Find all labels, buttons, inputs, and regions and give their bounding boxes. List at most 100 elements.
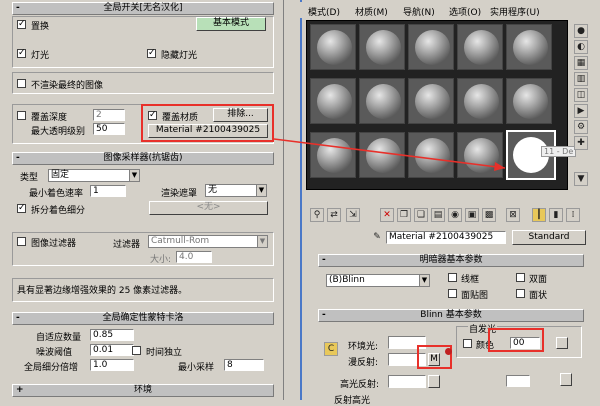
- rollout-title: 环境: [133, 385, 152, 395]
- rollout-global-dmc[interactable]: - 全局确定性蒙特卡洛: [12, 312, 274, 325]
- sample-slot[interactable]: [310, 78, 356, 124]
- collapse-icon: -: [16, 313, 20, 323]
- material-sphere: [464, 30, 499, 65]
- rollout-image-sampler[interactable]: - 图像采样器(抗锯齿): [12, 152, 274, 165]
- rollout-blinn-basic[interactable]: - Blinn 基本参数: [318, 309, 584, 322]
- sample-slot[interactable]: [506, 78, 552, 124]
- options-icon[interactable]: ⚙: [574, 120, 588, 134]
- type-dropdown[interactable]: 固定 ▼: [48, 169, 140, 182]
- sample-slot[interactable]: [359, 78, 405, 124]
- menu-material[interactable]: 材质(M): [355, 5, 388, 18]
- make-unique-icon[interactable]: ❏: [414, 208, 428, 222]
- min-samples-input[interactable]: 8: [224, 359, 264, 371]
- go-to-parent-icon[interactable]: ⊠: [506, 208, 520, 222]
- sample-slot[interactable]: [310, 24, 356, 70]
- material-sphere: [415, 84, 450, 119]
- shader-dropdown[interactable]: (B)Blinn ▼: [326, 274, 430, 287]
- material-name-input[interactable]: Material #2100439025: [386, 231, 506, 244]
- time-independent-checkbox[interactable]: [132, 346, 141, 355]
- sample-slot[interactable]: [310, 132, 356, 178]
- show-end-result-icon[interactable]: ▩: [482, 208, 496, 222]
- put-to-library-icon[interactable]: ▤: [431, 208, 445, 222]
- go-forward-icon[interactable]: ┃: [532, 208, 546, 222]
- max-transp-level-input[interactable]: 50: [93, 123, 125, 135]
- sample-slot[interactable]: [359, 24, 405, 70]
- lock-ambient-diffuse-icon[interactable]: C: [324, 342, 338, 356]
- rollout-shader-basic[interactable]: - 明暗器基本参数: [318, 254, 584, 267]
- background-icon[interactable]: ▦: [574, 56, 588, 70]
- video-check-icon[interactable]: ◫: [574, 88, 588, 102]
- sample-slot[interactable]: [408, 132, 454, 178]
- displace-checkbox[interactable]: ✓: [17, 20, 26, 29]
- scroll-down-icon[interactable]: ▼: [574, 172, 588, 186]
- filter-dropdown[interactable]: Catmull-Rom ▼: [148, 235, 268, 248]
- opacity-input[interactable]: [506, 375, 530, 387]
- two-sided-label: 双面: [529, 275, 548, 285]
- specular-map-button[interactable]: [428, 375, 440, 388]
- override-depth-input[interactable]: 2: [93, 109, 125, 121]
- two-sided-checkbox[interactable]: [516, 273, 525, 282]
- sample-slot[interactable]: [506, 24, 552, 70]
- sample-slot[interactable]: [457, 24, 503, 70]
- make-preview-icon[interactable]: ▶: [574, 104, 588, 118]
- menu-utilities[interactable]: 实用程序(U): [490, 5, 540, 18]
- extra-icon[interactable]: ⁞: [566, 208, 580, 222]
- noise-threshold-input[interactable]: 0.01: [90, 344, 134, 356]
- filter-label: 过滤器: [113, 240, 141, 250]
- none-button[interactable]: <无>: [149, 201, 268, 215]
- reset-material-icon[interactable]: ✕: [380, 208, 394, 222]
- noise-threshold-label: 噪波阈值: [36, 348, 73, 358]
- basic-mode-button[interactable]: 基本模式: [196, 17, 266, 31]
- uv-tiling-icon[interactable]: ▥: [574, 72, 588, 86]
- sample-slot[interactable]: [408, 24, 454, 70]
- material-sphere: [513, 84, 548, 119]
- faceted-checkbox[interactable]: [516, 289, 525, 298]
- sample-slot[interactable]: [457, 78, 503, 124]
- backlight-icon[interactable]: ◐: [574, 40, 588, 54]
- material-type-button[interactable]: Standard: [512, 230, 586, 245]
- put-material-icon[interactable]: ⇄: [327, 208, 341, 222]
- override-depth-checkbox[interactable]: [17, 111, 26, 120]
- render-mask-label: 渲染遮罩: [161, 189, 198, 199]
- dont-render-final-checkbox[interactable]: [17, 79, 26, 88]
- lights-checkbox[interactable]: ✓: [17, 49, 26, 58]
- assign-material-icon[interactable]: ⇲: [346, 208, 360, 222]
- show-map-icon[interactable]: ▣: [465, 208, 479, 222]
- hidden-lights-checkbox[interactable]: ✓: [147, 49, 156, 58]
- split-shading-checkbox[interactable]: ✓: [17, 204, 26, 213]
- global-subdiv-mult-input[interactable]: 1.0: [90, 359, 134, 371]
- opacity-map-button[interactable]: [560, 373, 572, 386]
- rollout-global-switches[interactable]: - 全局开关[无名汉化]: [12, 2, 274, 15]
- wire-checkbox[interactable]: [448, 273, 457, 282]
- sample-type-icon[interactable]: ●: [574, 24, 588, 38]
- size-label: 大小:: [150, 255, 172, 265]
- copy-material-icon[interactable]: ❐: [397, 208, 411, 222]
- sample-slot[interactable]: [359, 132, 405, 178]
- render-mask-dropdown[interactable]: 无 ▼: [205, 184, 267, 197]
- chevron-down-icon: ▼: [256, 185, 266, 196]
- self-illum-color-checkbox[interactable]: [463, 339, 472, 348]
- sample-slot[interactable]: [408, 78, 454, 124]
- min-shading-rate-input[interactable]: 1: [90, 185, 126, 197]
- face-map-checkbox[interactable]: [448, 289, 457, 298]
- material-id-icon[interactable]: ◉: [448, 208, 462, 222]
- adaptive-amount-input[interactable]: 0.85: [90, 329, 134, 341]
- wire-label: 线框: [461, 275, 480, 285]
- menu-mode[interactable]: 模式(D): [308, 5, 340, 18]
- diffuse-label: 漫反射:: [348, 358, 379, 368]
- rollout-environment[interactable]: + 环境: [12, 384, 274, 397]
- material-navigator-icon[interactable]: ▮: [549, 208, 563, 222]
- size-input[interactable]: 4.0: [176, 251, 212, 263]
- sample-slot[interactable]: [457, 132, 503, 178]
- specular-color-swatch[interactable]: [388, 375, 426, 388]
- get-material-icon[interactable]: ⚲: [310, 208, 324, 222]
- image-filter-checkbox[interactable]: [17, 237, 26, 246]
- select-by-material-icon[interactable]: ✚: [574, 136, 588, 150]
- self-illum-map-button[interactable]: [556, 337, 568, 349]
- menu-navigation[interactable]: 导航(N): [403, 5, 435, 18]
- rollout-title: Blinn 基本参数: [420, 310, 482, 320]
- material-sphere: [317, 84, 352, 119]
- menu-options[interactable]: 选项(O): [449, 5, 481, 18]
- eyedropper-icon[interactable]: ✎: [370, 231, 384, 245]
- specular-label: 高光反射:: [340, 380, 380, 390]
